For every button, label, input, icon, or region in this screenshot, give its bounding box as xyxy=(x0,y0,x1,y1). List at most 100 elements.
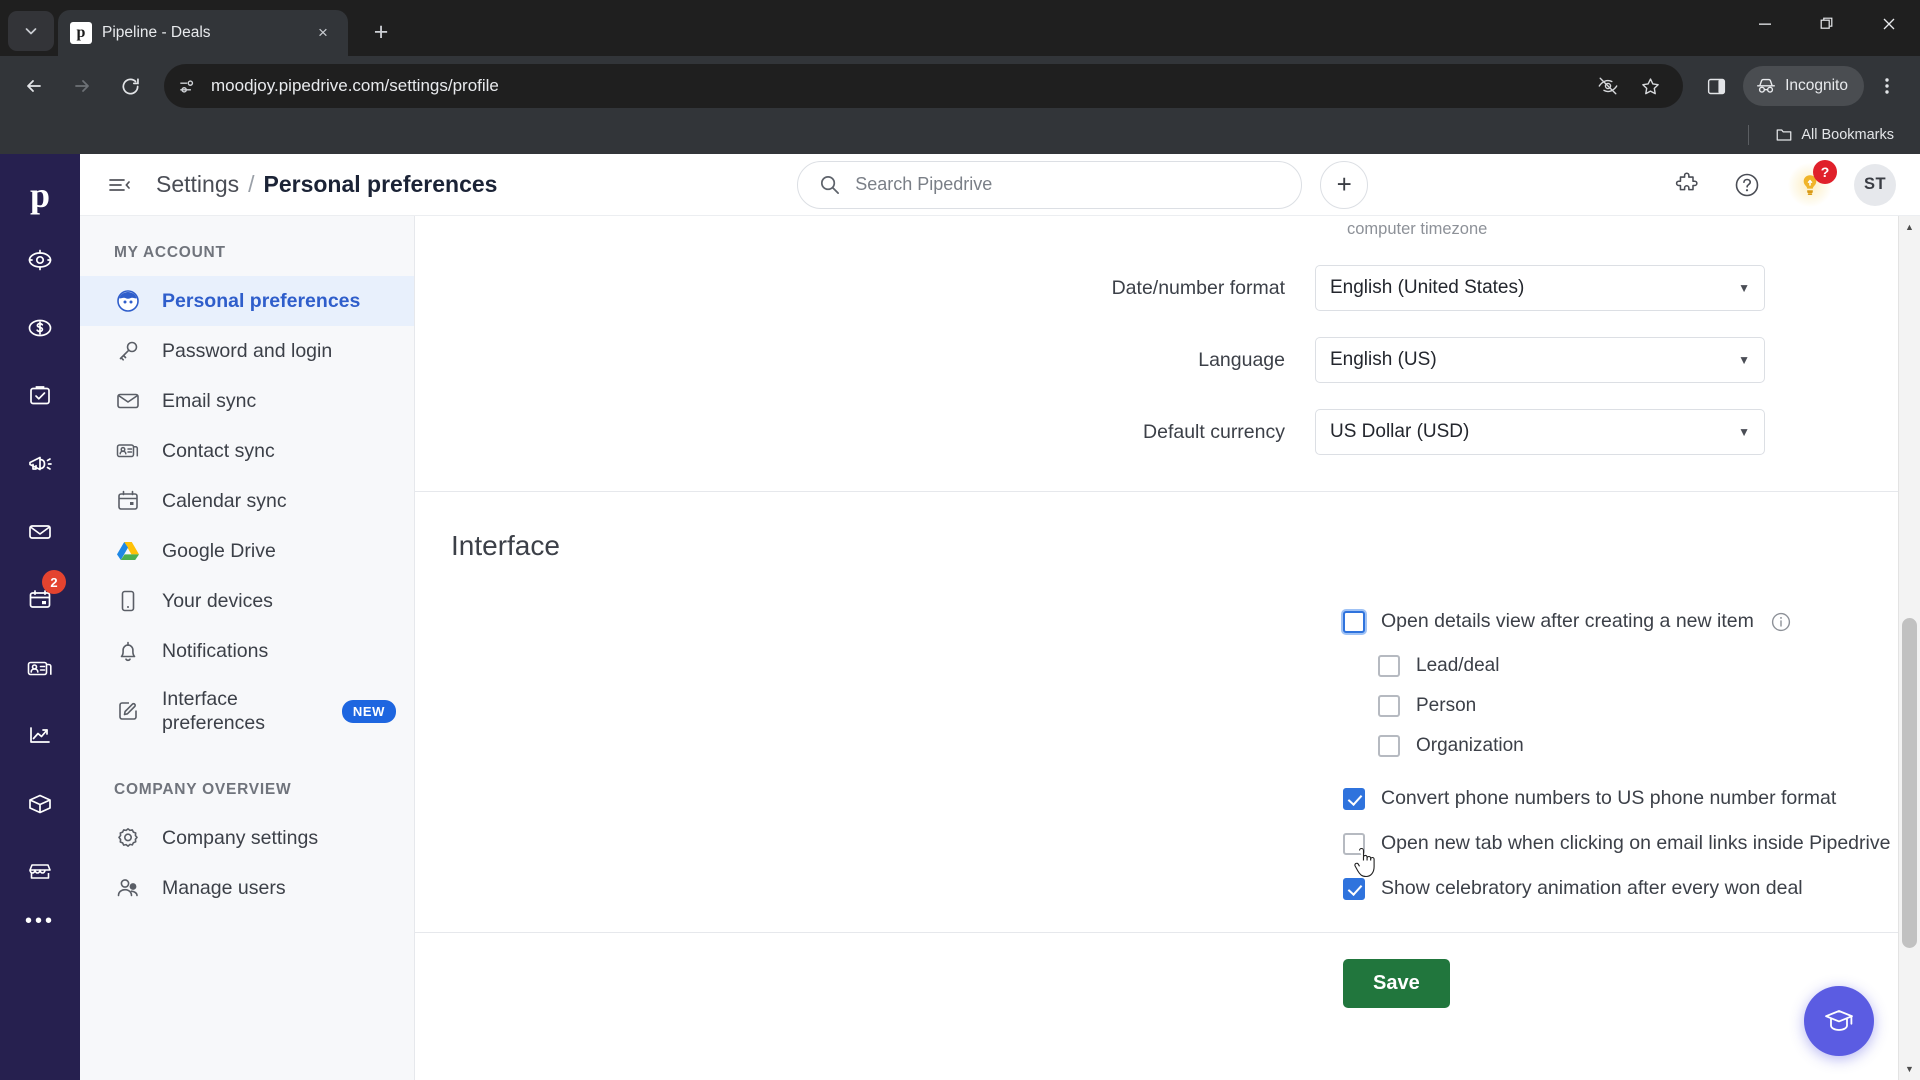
sidebar-item-interface-preferences[interactable]: Interface preferences NEW xyxy=(80,676,414,747)
interface-section-title: Interface xyxy=(451,530,560,561)
rail-more-button[interactable]: ••• xyxy=(25,910,55,933)
search-icon xyxy=(818,173,841,196)
avatar[interactable]: ST xyxy=(1854,163,1896,206)
sidebar-item-personal-preferences[interactable]: Personal preferences xyxy=(80,276,414,326)
save-button[interactable]: Save xyxy=(1343,959,1450,1008)
checkbox-label: Open details view after creating a new i… xyxy=(1381,610,1754,632)
scroll-up-arrow[interactable]: ▲ xyxy=(1899,216,1920,238)
settings-sidebar: MY ACCOUNT Personal preferences Password… xyxy=(80,216,415,1080)
checkbox-row-person[interactable]: Person xyxy=(1343,695,1920,717)
rail-item-contacts[interactable] xyxy=(12,640,68,696)
settings-content: computer timezone Date/number format Eng… xyxy=(415,216,1920,1080)
open-new-tab-email-checkbox[interactable] xyxy=(1343,832,1365,855)
search-input[interactable]: Search Pipedrive xyxy=(797,160,1303,209)
tips-bulb-button[interactable]: ? xyxy=(1788,159,1837,207)
sidebar-item-label: Contact sync xyxy=(162,439,275,462)
lead-deal-checkbox[interactable] xyxy=(1378,655,1400,677)
date-format-select[interactable]: English (United States) ▼ xyxy=(1315,265,1765,311)
all-bookmarks-button[interactable]: All Bookmarks xyxy=(1767,122,1902,148)
new-tab-button[interactable]: + xyxy=(362,13,400,51)
sidebar-item-manage-users[interactable]: Manage users xyxy=(80,863,414,913)
field-label: Default currency xyxy=(1143,420,1285,443)
sidebar-item-label: Interface preferences xyxy=(162,688,265,735)
envelope-icon xyxy=(114,387,142,415)
sidebar-item-password-and-login[interactable]: Password and login xyxy=(80,326,414,376)
scroll-down-arrow[interactable]: ▼ xyxy=(1899,1058,1920,1080)
browser-tab[interactable]: p Pipeline - Deals × xyxy=(58,10,348,56)
sidebar-item-contact-sync[interactable]: Contact sync xyxy=(80,426,414,476)
organization-checkbox[interactable] xyxy=(1378,735,1400,757)
sidebar-item-notifications[interactable]: Notifications xyxy=(80,626,414,676)
academy-fab-button[interactable] xyxy=(1804,986,1874,1056)
open-details-view-checkbox[interactable] xyxy=(1343,610,1365,633)
close-tab-icon[interactable]: × xyxy=(310,20,336,46)
field-label: Date/number format xyxy=(1111,276,1285,299)
tracking-protection-off-icon[interactable] xyxy=(1589,67,1627,105)
maximize-icon[interactable] xyxy=(1796,0,1858,48)
site-settings-icon[interactable] xyxy=(178,77,197,96)
bookmark-star-icon[interactable] xyxy=(1631,67,1669,105)
browser-toolbar: moodjoy.pipedrive.com/settings/profile I… xyxy=(0,56,1920,116)
page-viewport: p 2 ••• Settings / Personal preferences … xyxy=(0,154,1920,1080)
all-bookmarks-label: All Bookmarks xyxy=(1801,127,1894,143)
browser-menu-icon[interactable] xyxy=(1866,65,1908,107)
checkbox-row-convert-phone-numbers[interactable]: Convert phone numbers to US phone number… xyxy=(1343,787,1920,810)
content-scrollbar[interactable]: ▲ ▼ xyxy=(1898,216,1920,1080)
rail-item-leads[interactable] xyxy=(12,232,68,288)
chevron-down-icon: ▼ xyxy=(1738,281,1750,295)
rail-item-activities[interactable] xyxy=(12,368,68,424)
currency-select[interactable]: US Dollar (USD) ▼ xyxy=(1315,409,1765,455)
language-select[interactable]: English (US) ▼ xyxy=(1315,337,1765,383)
key-icon xyxy=(114,337,142,365)
sidebar-item-google-drive[interactable]: Google Drive xyxy=(80,526,414,576)
celebratory-animation-checkbox[interactable] xyxy=(1343,877,1365,900)
back-icon[interactable] xyxy=(12,64,56,108)
users-icon xyxy=(114,874,142,902)
app-column: Settings / Personal preferences Search P… xyxy=(80,154,1920,1080)
checkbox-row-organization[interactable]: Organization xyxy=(1343,735,1920,757)
close-window-icon[interactable] xyxy=(1858,0,1920,48)
forward-icon[interactable] xyxy=(60,64,104,108)
browser-window: p Pipeline - Deals × + moodjoy.pipedrive… xyxy=(0,0,1920,1080)
checkbox-row-celebratory-animation[interactable]: Show celebratory animation after every w… xyxy=(1343,877,1920,900)
rail-item-insights[interactable] xyxy=(12,708,68,764)
incognito-indicator[interactable]: Incognito xyxy=(1743,66,1864,106)
pipedrive-logo[interactable]: p xyxy=(0,164,80,226)
sidebar-item-label: Notifications xyxy=(162,639,269,662)
checkbox-label: Person xyxy=(1416,695,1477,716)
sidebar-item-calendar-sync[interactable]: Calendar sync xyxy=(80,476,414,526)
rail-item-products[interactable] xyxy=(12,776,68,832)
address-bar[interactable]: moodjoy.pipedrive.com/settings/profile xyxy=(164,64,1684,108)
rail-item-campaigns[interactable] xyxy=(12,436,68,492)
scrollbar-thumb[interactable] xyxy=(1902,618,1917,948)
marketplace-puzzle-icon[interactable] xyxy=(1668,166,1706,204)
sidebar-section-my-account: MY ACCOUNT xyxy=(114,244,226,261)
sidebar-item-email-sync[interactable]: Email sync xyxy=(80,376,414,426)
tab-search-button[interactable] xyxy=(8,11,54,51)
info-circle-icon[interactable] xyxy=(1770,611,1792,633)
rail-item-deals[interactable] xyxy=(12,300,68,356)
user-avatar-icon xyxy=(114,287,142,315)
person-checkbox[interactable] xyxy=(1378,695,1400,717)
breadcrumb-settings[interactable]: Settings xyxy=(156,171,239,198)
rail-item-mail[interactable] xyxy=(12,504,68,560)
sidebar-item-company-settings[interactable]: Company settings xyxy=(80,813,414,863)
scrollbar-track[interactable] xyxy=(1899,238,1920,1058)
mobile-device-icon xyxy=(114,587,142,615)
side-panel-icon[interactable] xyxy=(1695,65,1737,107)
rail-item-marketplace[interactable] xyxy=(12,844,68,900)
add-item-button[interactable]: + xyxy=(1320,160,1369,209)
checkbox-label: Open new tab when clicking on email link… xyxy=(1381,832,1891,854)
collapse-sidebar-icon[interactable] xyxy=(102,168,136,202)
checkbox-row-lead-deal[interactable]: Lead/deal xyxy=(1343,655,1920,677)
minimize-icon[interactable] xyxy=(1734,0,1796,48)
help-icon[interactable] xyxy=(1728,166,1766,204)
convert-phone-numbers-checkbox[interactable] xyxy=(1343,787,1365,810)
checkbox-row-open-new-tab-email[interactable]: Open new tab when clicking on email link… xyxy=(1343,832,1920,855)
reload-icon[interactable] xyxy=(108,64,152,108)
sidebar-item-your-devices[interactable]: Your devices xyxy=(80,576,414,626)
header-search-area: Search Pipedrive + xyxy=(517,160,1648,209)
field-date-number-format: Date/number format English (United State… xyxy=(415,265,1920,311)
rail-item-calendar[interactable]: 2 xyxy=(12,570,68,628)
checkbox-row-open-details-view[interactable]: Open details view after creating a new i… xyxy=(1343,610,1920,633)
